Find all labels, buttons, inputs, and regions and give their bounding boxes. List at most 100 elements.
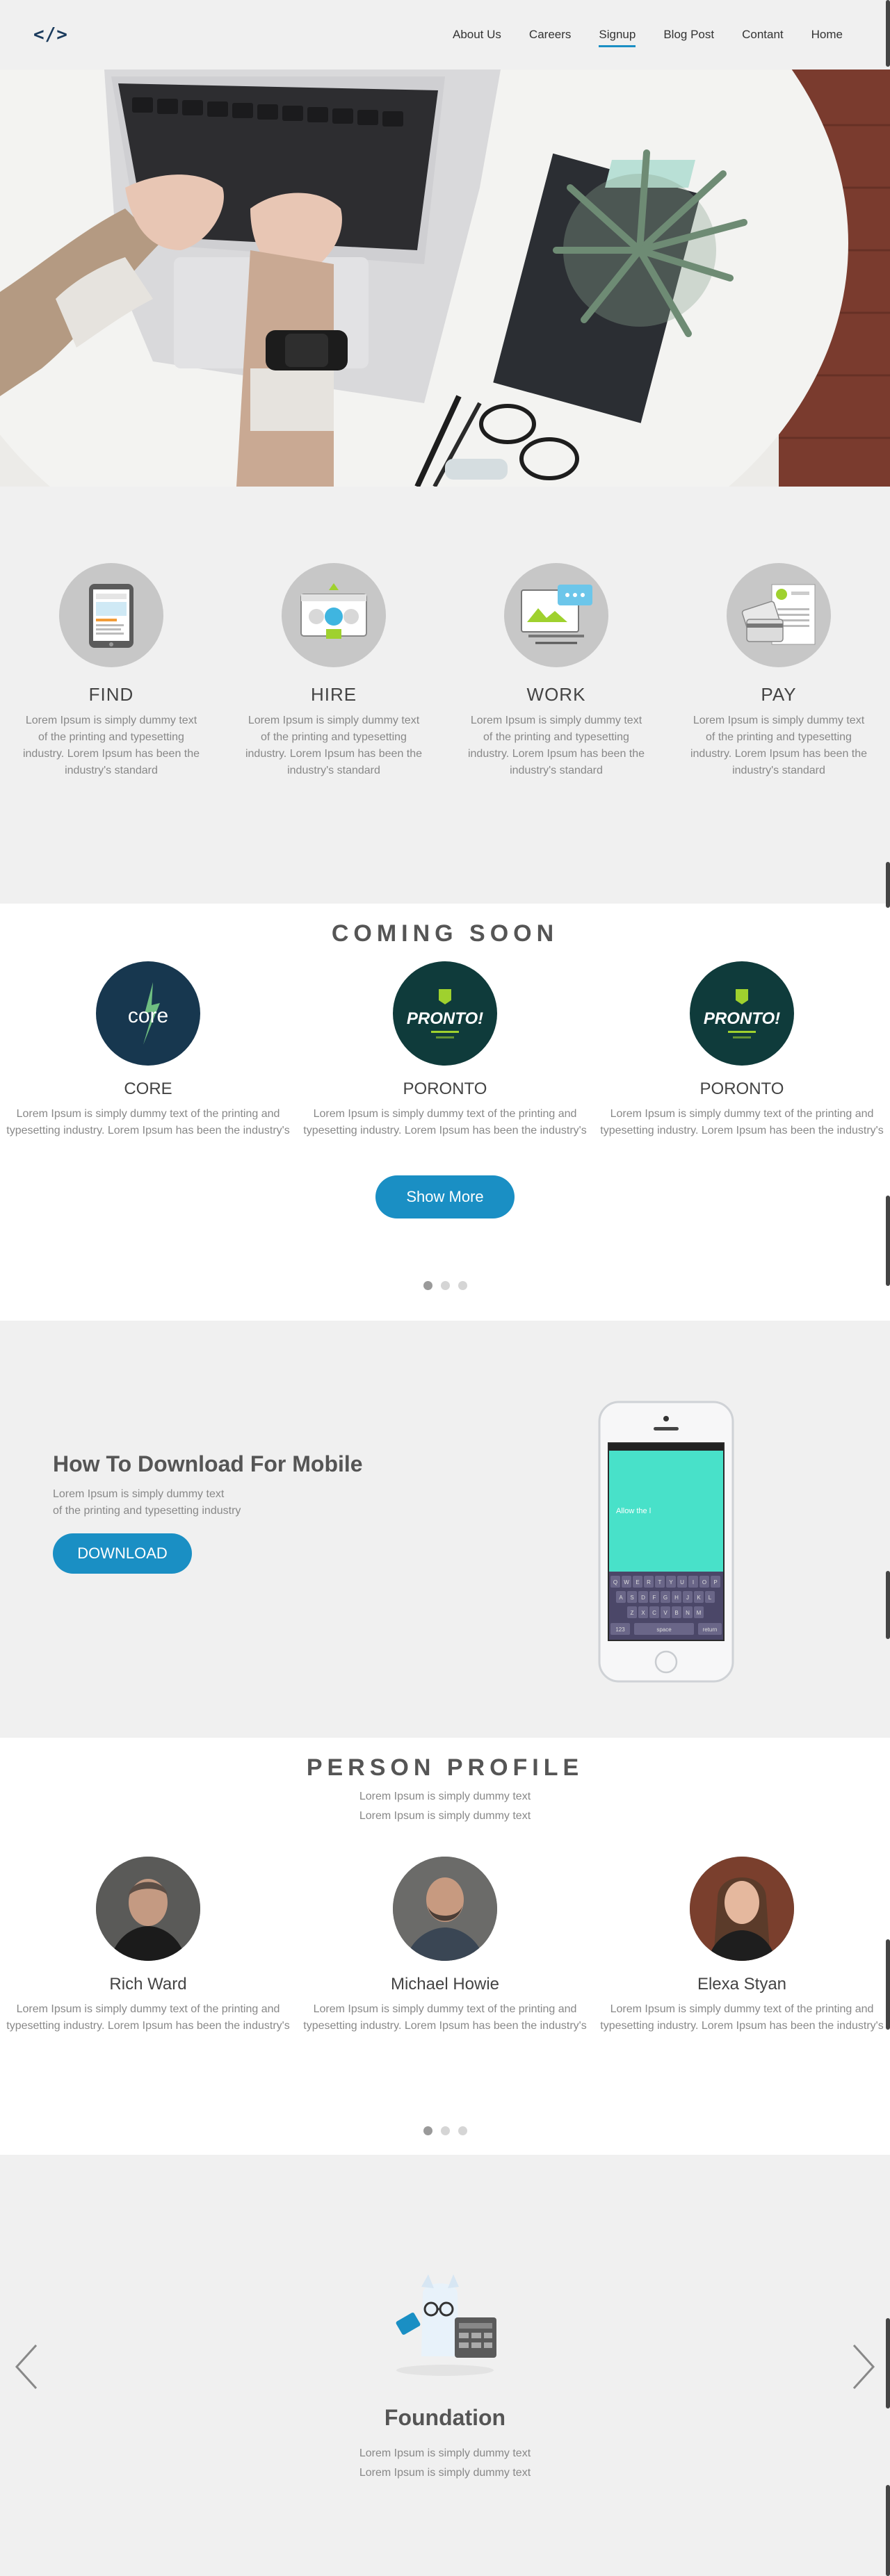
feature-title: WORK (526, 684, 586, 705)
profile-card[interactable]: Elexa Styan Lorem Ipsum is simply dummy … (594, 1857, 890, 2035)
keyboard-key-label: D (641, 1595, 645, 1601)
keyboard-key-label: Y (669, 1579, 673, 1585)
carousel-dot-2[interactable] (440, 2126, 450, 2135)
feature-text: Lorem Ipsum is simply dummy text of the … (22, 715, 200, 776)
foundation-illustration (381, 2273, 509, 2381)
feature-hire: HIRE Lorem Ipsum is simply dummy text of… (222, 563, 445, 904)
feature-title: PAY (761, 684, 797, 705)
download-button[interactable]: DOWNLOAD (53, 1533, 192, 1574)
carousel-dot-2[interactable] (440, 1281, 450, 1290)
nav-signup[interactable]: Signup (585, 22, 649, 47)
profile-text: Lorem Ipsum is simply dummy text of the … (600, 2003, 884, 2032)
keyboard-key-label: J (686, 1595, 689, 1601)
foundation-title: Foundation (384, 2405, 506, 2430)
keyboard-key-label: B (674, 1610, 678, 1616)
coming-soon-section: COMING SOON core CORE Lorem Ipsum is sim… (0, 904, 890, 1321)
pronto-logo: PRONTO! (690, 961, 794, 1066)
pronto-logo-text: PRONTO! (407, 1009, 483, 1028)
foundation-line-1: Lorem Ipsum is simply dummy text (359, 2447, 531, 2459)
chevron-left-icon[interactable] (13, 2342, 40, 2391)
hero-image (0, 70, 890, 487)
card-title: PORONTO (699, 1079, 784, 1098)
show-more-button[interactable]: Show More (375, 1175, 515, 1218)
keyboard-key-label: R (647, 1579, 651, 1585)
nav-contant[interactable]: Contant (728, 22, 798, 47)
coming-soon-carousel: core CORE Lorem Ipsum is simply dummy te… (0, 961, 890, 1139)
core-logo-text: core (128, 1004, 168, 1027)
job-post-tablet-icon (59, 563, 163, 667)
avatar (690, 1857, 794, 1961)
nav-careers[interactable]: Careers (515, 22, 585, 47)
nav-home[interactable]: Home (798, 22, 857, 47)
keyboard-key-label: P (713, 1579, 717, 1585)
profile-text: Lorem Ipsum is simply dummy text of the … (303, 2003, 587, 2032)
download-line-1: Lorem Ipsum is simply dummy text (53, 1488, 225, 1500)
profile-card[interactable]: Michael Howie Lorem Ipsum is simply dumm… (297, 1857, 593, 2035)
keyboard-key-label: W (624, 1579, 629, 1585)
keyboard-key-label: A (619, 1595, 623, 1601)
keyboard-key-label: H (674, 1595, 679, 1601)
scrollbar-thumb[interactable] (886, 2318, 890, 2408)
profile-name: Michael Howie (390, 1975, 500, 1994)
chevron-right-icon[interactable] (850, 2342, 877, 2391)
core-logo: core (96, 961, 200, 1066)
keyboard-key-label: Z (631, 1610, 634, 1616)
subtitle-line-1: Lorem Ipsum is simply dummy text (359, 1791, 531, 1802)
profile-text: Lorem Ipsum is simply dummy text of the … (6, 2003, 290, 2032)
scrollbar-thumb[interactable] (886, 2485, 890, 2576)
keyboard-key-label: V (663, 1610, 668, 1616)
main-nav: About Us Careers Signup Blog Post Contan… (439, 22, 857, 47)
keyboard-key-label: M (697, 1610, 702, 1616)
keyboard-key-label: Q (613, 1579, 617, 1585)
foundation-line-2: Lorem Ipsum is simply dummy text (359, 2467, 531, 2479)
phone-mockup: Allow the l Q W E R T Y U I O P A S D F G H J K L Z X C V B N M 12… (598, 1401, 734, 1686)
scrollbar-thumb[interactable] (886, 0, 890, 67)
profile-name: Elexa Styan (697, 1975, 787, 1994)
coming-soon-card[interactable]: PRONTO! PORONTO Lorem Ipsum is simply du… (297, 961, 593, 1139)
foundation-section: Foundation Lorem Ipsum is simply dummy t… (0, 2155, 890, 2576)
pronto-logo: PRONTO! (393, 961, 497, 1066)
scrollbar-thumb[interactable] (886, 1939, 890, 2030)
scrollbar-thumb[interactable] (886, 862, 890, 908)
keyboard-key-label: G (663, 1595, 668, 1601)
feature-find: FIND Lorem Ipsum is simply dummy text of… (0, 563, 222, 904)
download-title: How To Download For Mobile (53, 1451, 363, 1476)
carousel-dot-1[interactable] (423, 1281, 432, 1290)
keyboard-key-label: E (636, 1579, 639, 1585)
features-section: FIND Lorem Ipsum is simply dummy text of… (0, 487, 890, 904)
keyboard-key-label: N (686, 1610, 690, 1616)
logo-text: </> (33, 24, 68, 45)
logo[interactable]: </> (33, 24, 68, 45)
nav-blog-post[interactable]: Blog Post (649, 22, 728, 47)
person-profile-section: PERSON PROFILE Lorem Ipsum is simply dum… (0, 1738, 890, 2155)
keyboard-key-label: S (630, 1595, 633, 1601)
coming-soon-card[interactable]: PRONTO! PORONTO Lorem Ipsum is simply du… (594, 961, 890, 1139)
scrollbar-thumb[interactable] (886, 1196, 890, 1286)
hire-candidates-icon (282, 563, 386, 667)
carousel-dots (0, 2126, 890, 2135)
nav-about-us[interactable]: About Us (439, 22, 515, 47)
carousel-dot-1[interactable] (423, 2126, 432, 2135)
keyboard-key-label: I (693, 1579, 694, 1585)
feature-pay: PAY Lorem Ipsum is simply dummy text of … (668, 563, 890, 904)
keyboard-key-space-label: space (656, 1627, 672, 1633)
keyboard-key-return-label: return (703, 1627, 718, 1633)
section-title: COMING SOON (331, 920, 559, 947)
download-line-2: of the printing and typesetting industry (53, 1505, 241, 1517)
profile-name: Rich Ward (109, 1975, 187, 1994)
avatar (96, 1857, 200, 1961)
keyboard-key-label: U (680, 1579, 684, 1585)
profile-card[interactable]: Rich Ward Lorem Ipsum is simply dummy te… (0, 1857, 296, 2035)
card-text: Lorem Ipsum is simply dummy text of the … (600, 1108, 884, 1136)
scrollbar-thumb[interactable] (886, 1571, 890, 1639)
foundation-subtitle: Lorem Ipsum is simply dummy text Lorem I… (0, 2444, 890, 2483)
keyboard-key-num-label: 123 (615, 1627, 625, 1633)
card-text: Lorem Ipsum is simply dummy text of the … (6, 1108, 290, 1136)
feature-text: Lorem Ipsum is simply dummy text of the … (467, 715, 645, 776)
carousel-dot-3[interactable] (458, 2126, 467, 2135)
work-monitor-icon (504, 563, 608, 667)
carousel-dot-3[interactable] (458, 1281, 467, 1290)
section-subtitle: Lorem Ipsum is simply dummy text Lorem I… (0, 1787, 890, 1826)
coming-soon-card[interactable]: core CORE Lorem Ipsum is simply dummy te… (0, 961, 296, 1139)
card-text: Lorem Ipsum is simply dummy text of the … (303, 1108, 587, 1136)
